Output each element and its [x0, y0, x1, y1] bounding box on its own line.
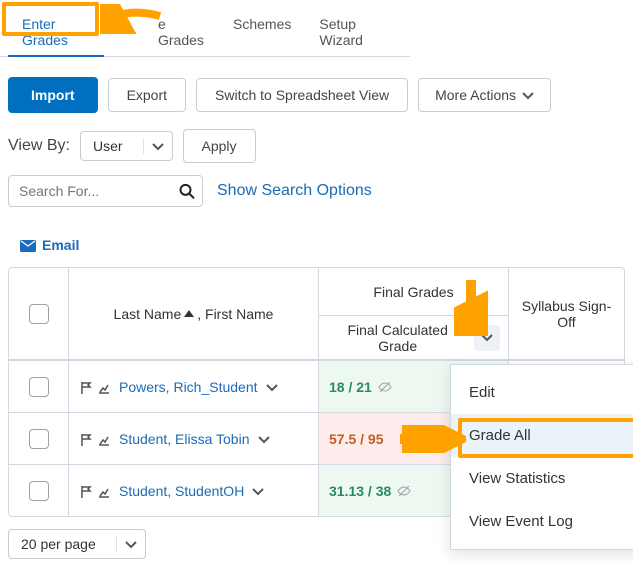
- row-checkbox[interactable]: [29, 481, 49, 501]
- toolbar: Import Export Switch to Spreadsheet View…: [0, 57, 633, 129]
- more-actions-label: More Actions: [435, 87, 516, 103]
- grade-value: 31.13 / 38: [329, 483, 391, 499]
- grade-value: 57.5 / 95: [329, 431, 384, 447]
- flag-icon[interactable]: [79, 482, 93, 498]
- menu-grade-all[interactable]: Grade All: [451, 414, 633, 457]
- student-name-link[interactable]: Student, Elissa Tobin: [119, 431, 250, 447]
- tab-schemes[interactable]: Schemes: [219, 8, 305, 56]
- student-name-link[interactable]: Powers, Rich_Student: [119, 379, 258, 395]
- student-name-link[interactable]: Student, StudentOH: [119, 483, 244, 499]
- email-link[interactable]: Email: [0, 219, 87, 267]
- flag-icon[interactable]: [79, 430, 93, 446]
- view-by-value: User: [93, 138, 123, 154]
- select-all-checkbox[interactable]: [29, 304, 49, 324]
- tab-setup-wizard[interactable]: Setup Wizard: [305, 8, 402, 56]
- view-by-label: View By:: [8, 137, 70, 155]
- tab-enter-grades[interactable]: Enter Grades: [8, 8, 104, 56]
- tab-manage-grades[interactable]: e Grades: [144, 8, 219, 56]
- export-button[interactable]: Export: [108, 78, 186, 112]
- chevron-down-icon[interactable]: [258, 431, 270, 447]
- col-firstname-label: First Name: [205, 306, 273, 322]
- chevron-down-icon: [116, 536, 137, 552]
- hidden-icon: [378, 379, 392, 395]
- view-by-row: View By: User Apply: [0, 129, 633, 175]
- email-label: Email: [42, 237, 79, 253]
- menu-view-event-log[interactable]: View Event Log: [451, 500, 633, 543]
- page-size-select[interactable]: 20 per page: [8, 529, 146, 559]
- col-lastname-label: Last Name: [114, 306, 182, 322]
- import-button[interactable]: Import: [8, 77, 98, 113]
- spreadsheet-view-button[interactable]: Switch to Spreadsheet View: [196, 78, 408, 112]
- hidden-icon: [397, 483, 411, 499]
- chart-icon[interactable]: [97, 482, 111, 498]
- row-checkbox[interactable]: [29, 377, 49, 397]
- chevron-down-icon: [143, 138, 164, 154]
- apply-button[interactable]: Apply: [183, 129, 256, 163]
- final-calculated-dropdown[interactable]: [474, 325, 500, 351]
- column-final-calculated[interactable]: Final Calculated Grade: [319, 316, 509, 360]
- column-name[interactable]: Last Name , First Name: [69, 268, 319, 360]
- chart-icon[interactable]: [97, 430, 111, 446]
- sort-asc-icon: [184, 310, 194, 317]
- menu-view-statistics[interactable]: View Statistics: [451, 457, 633, 500]
- col-final-calc-label: Final Calculated Grade: [327, 322, 468, 354]
- menu-edit[interactable]: Edit: [451, 371, 633, 414]
- page-size-value: 20 per page: [21, 536, 96, 552]
- more-actions-button[interactable]: More Actions: [418, 78, 551, 112]
- tab-bar: Enter Grades e Grades Schemes Setup Wiza…: [0, 0, 410, 57]
- chevron-down-icon[interactable]: [252, 483, 264, 499]
- row-checkbox[interactable]: [29, 429, 49, 449]
- column-syllabus: Syllabus Sign-Off: [509, 268, 624, 360]
- final-calculated-menu: Edit Grade All View Statistics View Even…: [450, 364, 633, 550]
- grade-value: 18 / 21: [329, 379, 372, 395]
- flag-icon[interactable]: [79, 378, 93, 394]
- search-input[interactable]: [8, 175, 203, 207]
- chart-icon[interactable]: [97, 378, 111, 394]
- column-final-grades: Final Grades: [319, 268, 509, 316]
- mail-icon: [20, 237, 36, 253]
- chevron-down-icon: [522, 87, 534, 103]
- chevron-down-icon[interactable]: [266, 379, 278, 395]
- search-row: Show Search Options: [0, 175, 633, 219]
- col-name-separator: ,: [197, 306, 205, 322]
- show-search-options-link[interactable]: Show Search Options: [217, 182, 372, 200]
- view-by-select[interactable]: User: [80, 131, 173, 161]
- select-all-cell: [9, 268, 69, 360]
